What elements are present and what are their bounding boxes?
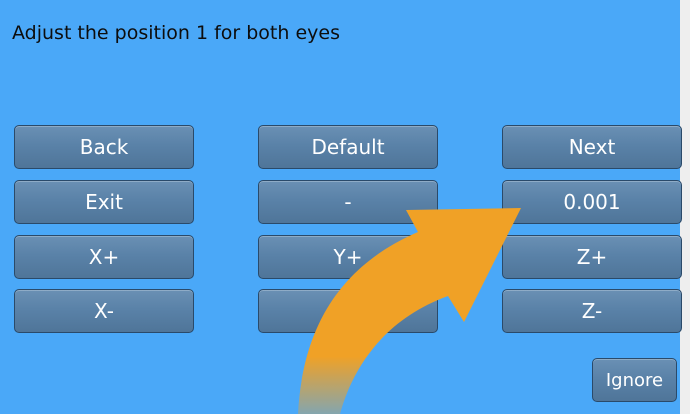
default-button[interactable]: Default	[258, 125, 438, 169]
next-button[interactable]: Next	[502, 125, 682, 169]
exit-button[interactable]: Exit	[14, 180, 194, 224]
z-minus-button[interactable]: Z-	[502, 289, 682, 333]
y-minus-button[interactable]: Y-	[258, 289, 438, 333]
back-button[interactable]: Back	[14, 125, 194, 169]
step-size-button[interactable]: 0.001	[502, 180, 682, 224]
ignore-button[interactable]: Ignore	[592, 358, 677, 402]
script-dialog: Adjust the position 1 for both eyes Back…	[0, 0, 682, 414]
y-plus-button[interactable]: Y+	[258, 235, 438, 279]
x-minus-button[interactable]: X-	[14, 289, 194, 333]
x-plus-button[interactable]: X+	[14, 235, 194, 279]
minus-button[interactable]: -	[258, 180, 438, 224]
dialog-message: Adjust the position 1 for both eyes	[12, 22, 340, 44]
z-plus-button[interactable]: Z+	[502, 235, 682, 279]
